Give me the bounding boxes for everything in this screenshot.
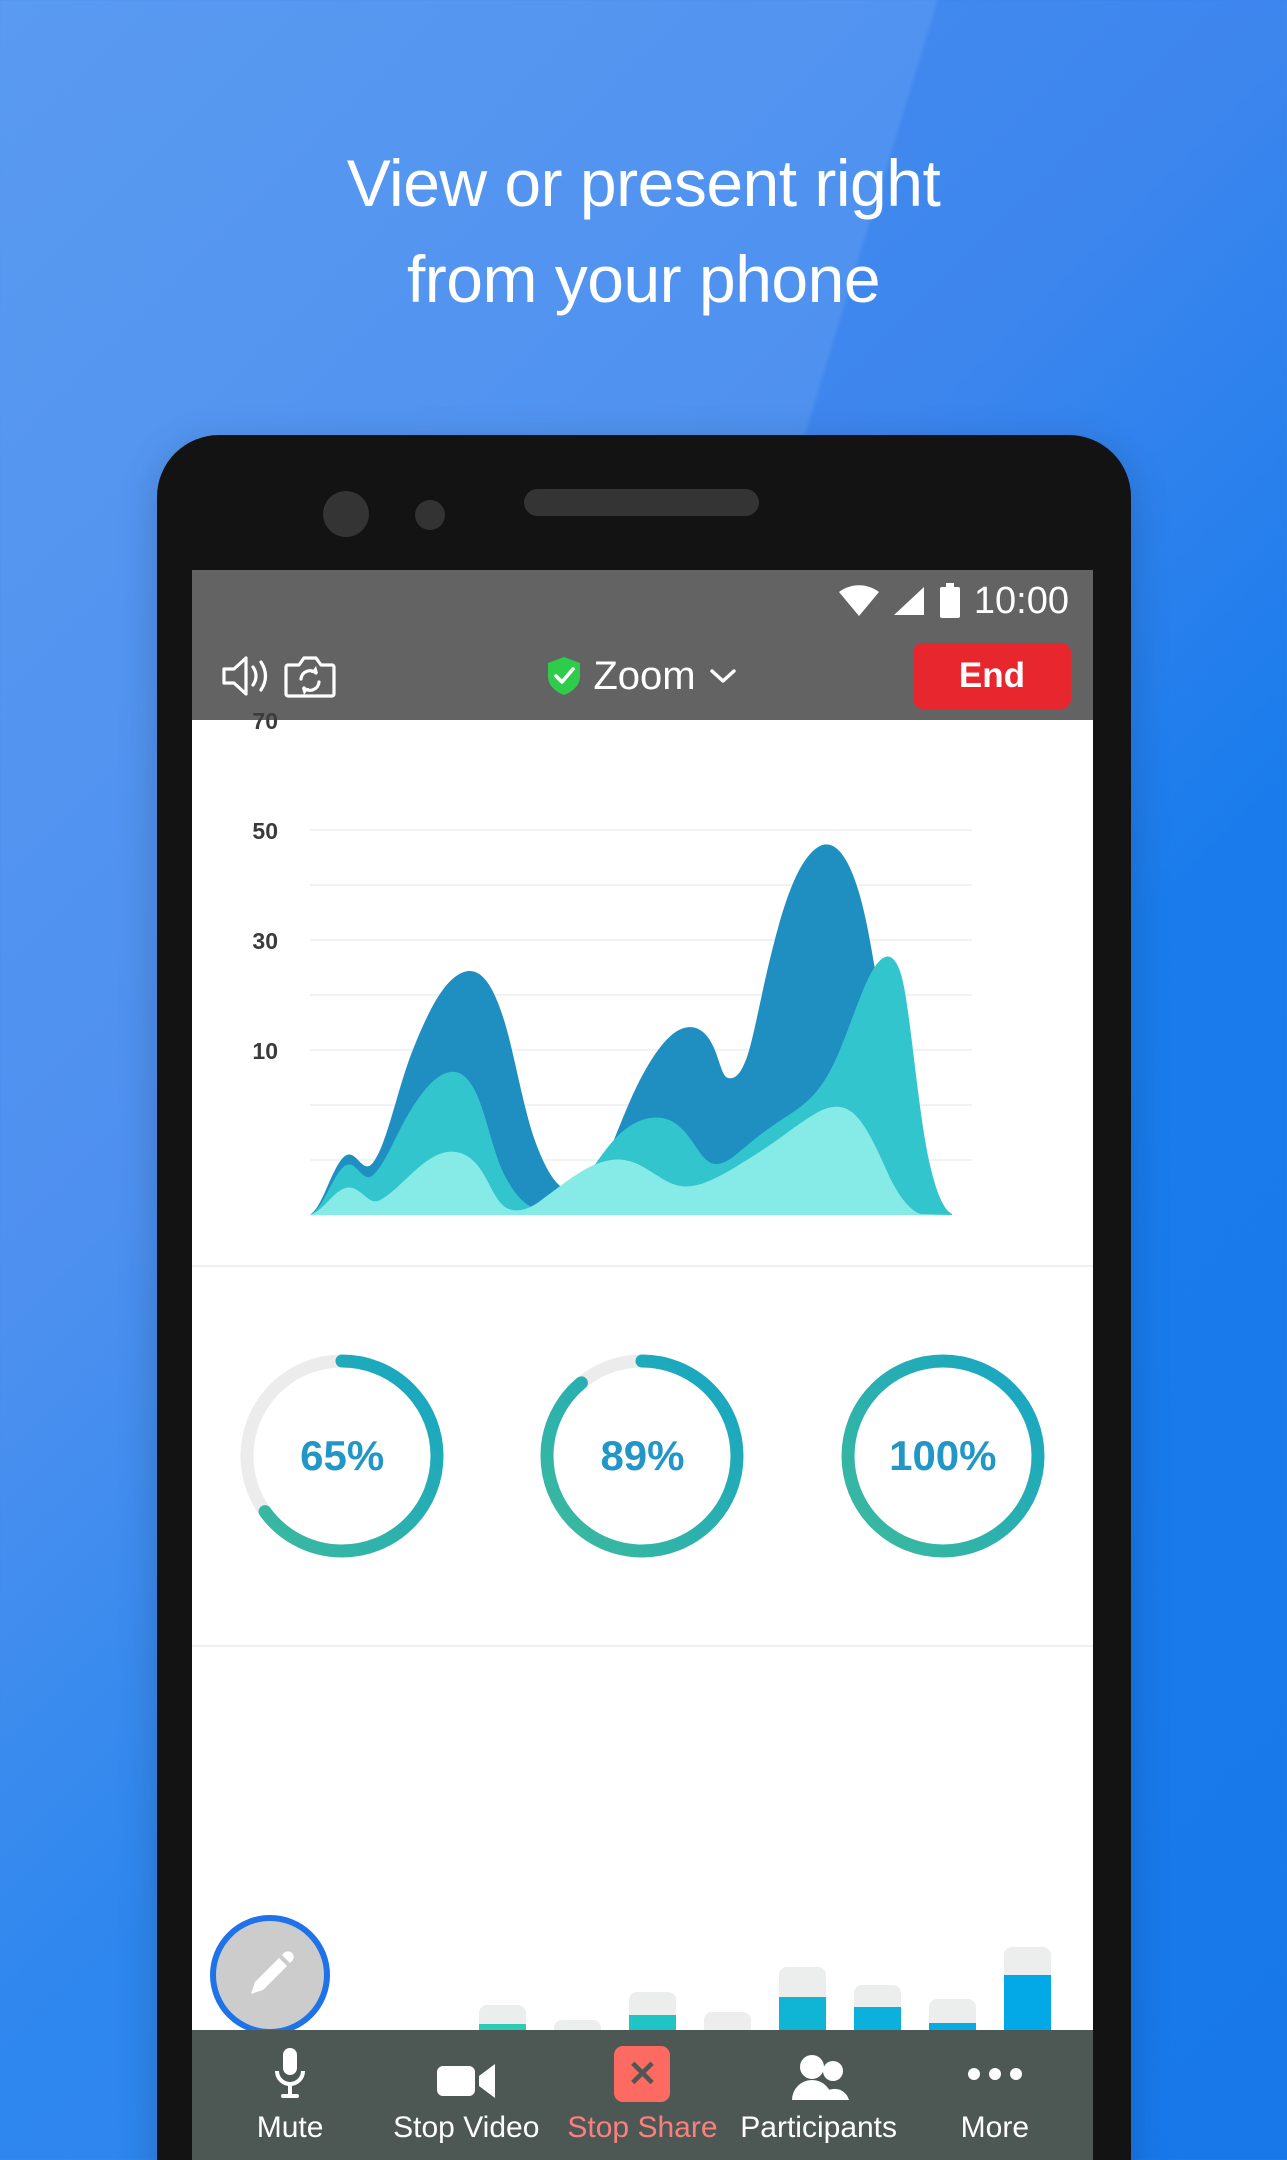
toolbar-label-more: More (960, 2111, 1030, 2144)
pencil-icon (251, 1951, 294, 1994)
toolbar-label-stop-share: Stop Share (567, 2111, 718, 2144)
donut-gauge-65-label: 65% (300, 1432, 385, 1479)
switch-camera-icon[interactable] (278, 644, 342, 708)
area-chart-ytick-30: 30 (252, 928, 278, 954)
earpiece-speaker-icon (524, 489, 759, 516)
donut-gauge-65: 65% (234, 1348, 450, 1564)
toolbar-button-mute[interactable]: Mute (203, 2046, 378, 2144)
toolbar-button-stop-video[interactable]: Stop Video (379, 2046, 554, 2144)
front-camera-lens-icon (323, 491, 369, 537)
area-chart-ytick-70: 70 (252, 708, 278, 734)
donut-gauge-89-label: 89% (600, 1432, 685, 1479)
toolbar-label-participants: Participants (740, 2111, 898, 2144)
toolbar-button-participants[interactable]: Participants (731, 2046, 906, 2144)
end-meeting-button[interactable]: End (912, 643, 1071, 709)
area-chart-panel: 70 50 30 10 (192, 708, 1093, 1265)
toolbar-button-more[interactable]: More (907, 2046, 1082, 2144)
proximity-sensor-icon (415, 500, 445, 530)
battery-icon (939, 583, 960, 618)
meeting-bottom-toolbar: Mute Stop Video ✕ Stop Share Participant… (192, 2030, 1093, 2160)
bar-chart-panel (192, 1647, 1093, 2077)
participants-icon (788, 2046, 850, 2102)
donut-gauge-89: 89% (534, 1348, 750, 1564)
microphone-icon (270, 2046, 310, 2102)
meeting-title-label: Zoom (593, 654, 696, 698)
toolbar-label-stop-video: Stop Video (393, 2111, 540, 2144)
annotate-fab-button[interactable] (210, 1915, 330, 2035)
video-camera-icon (435, 2046, 497, 2102)
status-bar-time: 10:00 (973, 580, 1069, 622)
wifi-icon (838, 585, 879, 616)
more-dots-icon (967, 2046, 1022, 2102)
speaker-icon[interactable] (214, 644, 278, 708)
area-chart-ytick-10: 10 (252, 1038, 278, 1064)
meeting-top-toolbar: Zoom End (192, 632, 1093, 720)
toolbar-label-mute: Mute (256, 2111, 324, 2144)
cellular-signal-icon (893, 587, 924, 615)
donut-gauges-panel: 65% 89% 100% (192, 1267, 1093, 1645)
chevron-down-icon[interactable] (708, 666, 738, 686)
encryption-shield-icon (548, 657, 581, 695)
toolbar-button-stop-share[interactable]: ✕ Stop Share (555, 2046, 730, 2144)
stop-share-x-icon: ✕ (614, 2046, 671, 2102)
bar-chart (192, 1647, 1093, 2077)
area-chart (310, 829, 972, 1215)
donut-gauge-100: 100% (835, 1348, 1051, 1564)
phone-screen: 10:00 Zoom End 70 50 30 10 65% 89% 100% … (192, 570, 1093, 2160)
donut-gauge-100-label: 100% (889, 1432, 997, 1479)
status-bar: 10:00 (192, 570, 1093, 632)
area-chart-ytick-50: 50 (252, 818, 278, 844)
page-title: View or present right from your phone (346, 146, 941, 316)
